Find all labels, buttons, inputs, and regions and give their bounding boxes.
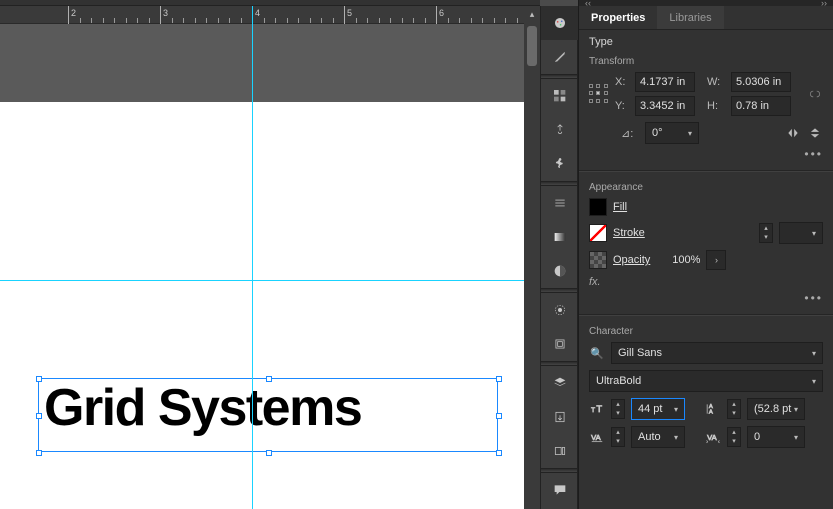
stroke-swatch[interactable] [589,224,607,242]
tracking-input[interactable]: 0▾ [747,426,805,448]
opacity-popup-button[interactable]: › [706,250,726,270]
graphic-styles-panel-icon[interactable] [541,327,579,361]
scroll-thumb[interactable] [527,26,537,66]
tab-libraries[interactable]: Libraries [657,6,723,29]
selection-handle[interactable] [266,450,272,456]
selection-handle[interactable] [36,413,42,419]
brushes-panel-icon[interactable] [541,113,579,147]
scroll-up-arrow[interactable]: ▴ [524,6,540,22]
svg-text:VA: VA [591,433,601,442]
layers-panel-icon[interactable] [541,366,579,400]
properties-panel: ‹‹ ›› Properties Libraries Type Transfor… [578,0,833,509]
artboard[interactable]: Grid Systems [0,102,540,509]
selection-box[interactable] [38,378,498,452]
comments-panel-icon[interactable] [541,473,579,507]
fill-label[interactable]: Fill [613,201,627,213]
panel-collapse-left-icon[interactable]: ‹‹ [585,0,591,8]
stroke-weight-stepper[interactable]: ▴▾ [759,223,773,243]
ruler-tick: 2 [68,6,69,24]
stroke-label[interactable]: Stroke [613,227,645,239]
opacity-swatch [589,251,607,269]
w-input[interactable] [731,72,791,92]
y-label: Y: [615,100,629,112]
y-input[interactable] [635,96,695,116]
svg-text:T: T [596,404,602,414]
font-size-input[interactable]: 44 pt▾ [631,398,685,420]
tracking-stepper[interactable]: ▴▾ [727,427,741,447]
ruler-tick: 5 [344,6,345,24]
appearance-more-options[interactable]: ••• [804,291,823,305]
fill-swatch[interactable] [589,198,607,216]
transform-more-options[interactable]: ••• [804,147,823,161]
h-input[interactable] [731,96,791,116]
x-input[interactable] [635,72,695,92]
transparency-panel-icon[interactable] [541,254,579,288]
opacity-value: 100% [672,254,700,266]
selection-handle[interactable] [496,450,502,456]
selection-handle[interactable] [496,376,502,382]
panel-tabs: Properties Libraries [579,6,833,30]
x-label: X: [615,76,629,88]
character-section-title: Character [579,322,833,339]
kerning-icon: VA [589,429,605,445]
svg-text:T: T [591,407,595,414]
selection-handle[interactable] [36,376,42,382]
tracking-icon: VA [705,429,721,445]
selection-handle[interactable] [266,376,272,382]
kerning-select[interactable]: Auto▾ [631,426,685,448]
font-family-select[interactable]: Gill Sans▾ [611,342,823,364]
vertical-scrollbar[interactable]: ▴ [524,6,540,509]
font-style-select[interactable]: UltraBold▾ [589,370,823,392]
selection-handle[interactable] [496,413,502,419]
link-wh-icon[interactable] [807,86,823,102]
flip-horizontal-icon[interactable] [785,125,801,141]
leading-input[interactable]: (52.8 pt▾ [747,398,805,420]
selection-handle[interactable] [36,450,42,456]
stroke-weight-select[interactable]: ▾ [779,222,823,244]
kerning-stepper[interactable]: ▴▾ [611,427,625,447]
leading-icon: AA [705,401,721,417]
font-size-icon: TT [589,401,605,417]
swatches-panel-icon[interactable] [541,79,579,113]
flip-vertical-icon[interactable] [807,125,823,141]
ruler-tick: 6 [436,6,437,24]
tab-properties[interactable]: Properties [579,6,657,29]
h-label: H: [707,100,721,112]
rotate-angle-select[interactable]: 0°▾ [645,122,699,144]
color-panel-icon[interactable] [541,6,579,40]
pasteboard [0,24,540,102]
font-search-icon[interactable]: 🔍 [589,345,605,361]
panel-collapse-right-icon[interactable]: ›› [821,0,827,8]
svg-text:VA: VA [707,433,717,442]
font-size-stepper[interactable]: ▴▾ [611,399,625,419]
angle-label: ⊿: [621,127,639,140]
reference-point-selector[interactable] [589,84,609,104]
panel-topbar: ‹‹ ›› [579,0,833,6]
guide-vertical[interactable] [252,6,253,509]
transform-section-title: Transform [579,52,833,69]
gradient-panel-icon[interactable] [541,220,579,254]
symbols-panel-icon[interactable] [541,147,579,181]
selection-type-label: Type [579,30,833,52]
fx-label[interactable]: fx. [589,276,601,288]
ruler-tick: 3 [160,6,161,24]
guide-horizontal[interactable] [0,280,540,281]
svg-text:A: A [709,404,713,410]
asset-export-panel-icon[interactable] [541,400,579,434]
color-guide-icon[interactable] [541,40,579,74]
artboards-panel-icon[interactable] [541,434,579,468]
panel-dock [540,6,578,509]
w-label: W: [707,76,721,88]
stroke-panel-icon[interactable] [541,186,579,220]
appearance-panel-icon[interactable] [541,293,579,327]
horizontal-ruler[interactable]: 23456 [0,6,540,24]
leading-stepper[interactable]: ▴▾ [727,399,741,419]
svg-text:A: A [709,410,713,416]
opacity-label[interactable]: Opacity [613,254,650,266]
appearance-section-title: Appearance [579,178,833,195]
